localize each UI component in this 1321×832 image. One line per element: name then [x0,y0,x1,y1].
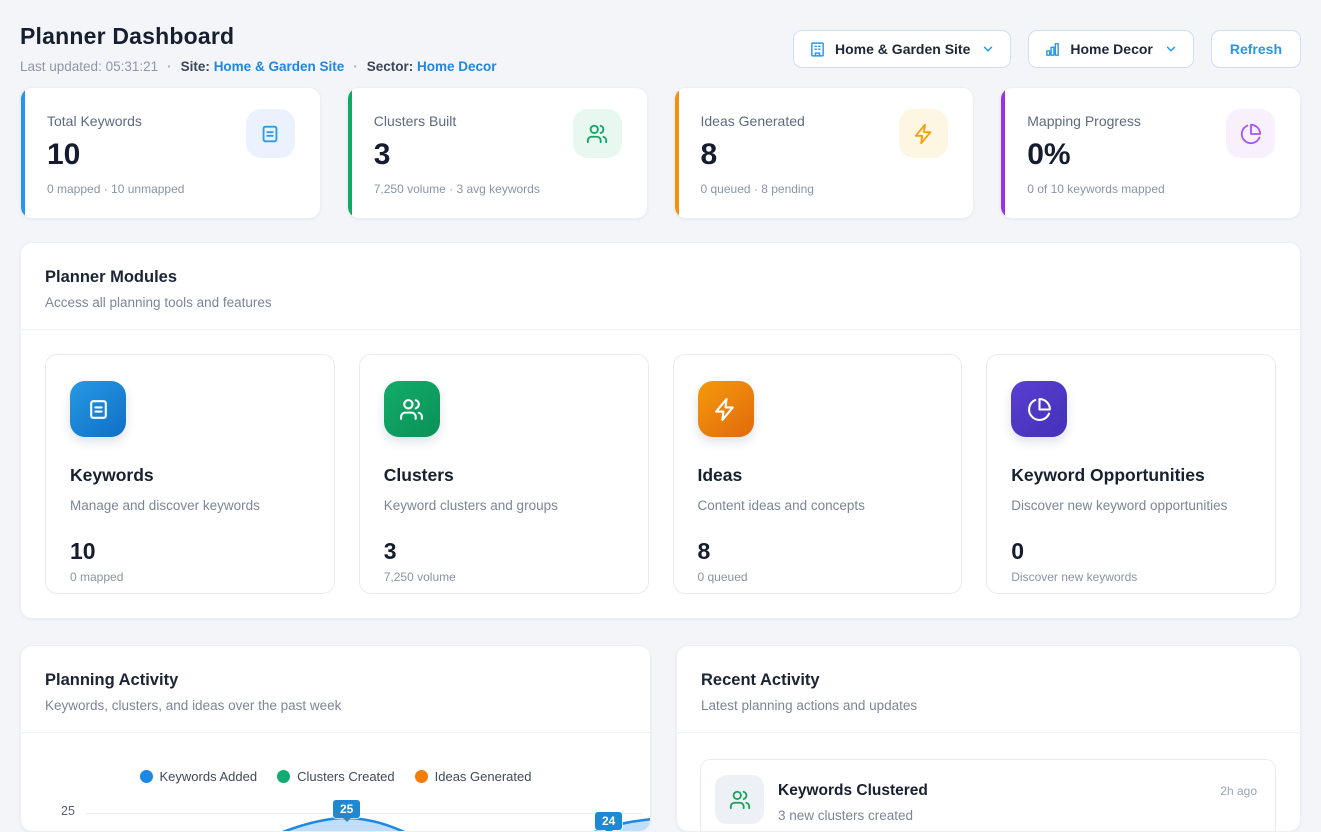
legend-item-clusters-created[interactable]: Clusters Created [277,769,395,784]
module-detail: 0 queued [698,570,938,584]
legend-item-ideas-generated[interactable]: Ideas Generated [415,769,532,784]
bottom-row: Planning Activity Keywords, clusters, an… [20,645,1301,832]
last-updated-text: Last updated: 05:31:21 [20,59,158,74]
recent-activity-header: Recent Activity Latest planning actions … [677,646,1300,732]
module-card-keyword-opportunities[interactable]: Keyword Opportunities Discover new keywo… [986,354,1276,594]
document-icon [246,109,295,158]
building-icon [809,41,826,58]
legend-label: Ideas Generated [435,769,532,784]
sector-link[interactable]: Home Decor [417,59,497,74]
legend-dot [140,770,153,783]
activity-timestamp: 2h ago [1220,784,1257,798]
planning-activity-subtitle: Keywords, clusters, and ideas over the p… [45,698,626,713]
module-title: Keyword Opportunities [1011,465,1251,486]
document-icon [70,381,126,437]
chart-legend: Keywords Added Clusters Created Ideas Ge… [21,769,650,784]
modules-grid: Keywords Manage and discover keywords 10… [21,330,1300,618]
refresh-button[interactable]: Refresh [1211,30,1301,68]
activity-area-chart: 25 25 24 [21,786,650,831]
stat-detail: 0 queued · 8 pending [701,182,950,196]
legend-label: Keywords Added [160,769,258,784]
module-description: Manage and discover keywords [70,498,310,513]
planner-modules-subtitle: Access all planning tools and features [45,295,1276,310]
page-header: Planner Dashboard Last updated: 05:31:21… [20,14,1301,74]
stat-cards-row: Total Keywords 10 0 mapped · 10 unmapped… [20,87,1301,219]
module-title: Clusters [384,465,624,486]
planning-activity-title: Planning Activity [45,671,626,690]
divider [677,732,1300,733]
pie-chart-icon [1011,381,1067,437]
header-left: Planner Dashboard Last updated: 05:31:21… [20,14,497,74]
header-meta-row: Last updated: 05:31:21 · Site: Home & Ga… [20,59,497,74]
bar-chart-icon [1044,41,1061,58]
activity-item-keywords-clustered: Keywords Clustered 3 new clusters create… [700,759,1276,832]
planning-activity-panel: Planning Activity Keywords, clusters, an… [20,645,651,832]
module-value: 8 [698,538,938,565]
module-card-keywords[interactable]: Keywords Manage and discover keywords 10… [45,354,335,594]
header-controls: Home & Garden Site Home Decor Refresh [793,30,1301,68]
data-label-25: 25 [333,800,360,818]
lightning-icon [899,109,948,158]
legend-item-keywords-added[interactable]: Keywords Added [140,769,258,784]
module-description: Content ideas and concepts [698,498,938,513]
stat-card-total-keywords: Total Keywords 10 0 mapped · 10 unmapped [20,87,321,219]
activity-title: Keywords Clustered [778,782,928,800]
module-description: Keyword clusters and groups [384,498,624,513]
users-icon [384,381,440,437]
meta-separator: · [167,59,172,74]
sector-meta: Sector: Home Decor [367,59,497,74]
divider [21,732,650,733]
planner-dashboard-page: Planner Dashboard Last updated: 05:31:21… [0,0,1321,832]
module-title: Ideas [698,465,938,486]
recent-activity-panel: Recent Activity Latest planning actions … [676,645,1301,832]
legend-dot [277,770,290,783]
site-selector-dropdown[interactable]: Home & Garden Site [793,30,1011,68]
module-value: 3 [384,538,624,565]
legend-label: Clusters Created [297,769,395,784]
activity-description: 3 new clusters created [778,808,913,823]
stat-detail: 7,250 volume · 3 avg keywords [374,182,623,196]
legend-dot [415,770,428,783]
stat-card-ideas-generated: Ideas Generated 8 0 queued · 8 pending [674,87,975,219]
module-value: 10 [70,538,310,565]
module-description: Discover new keyword opportunities [1011,498,1251,513]
users-icon [715,775,764,824]
planner-modules-panel: Planner Modules Access all planning tool… [20,242,1301,619]
chevron-down-icon [1164,42,1178,56]
module-detail: Discover new keywords [1011,570,1251,584]
users-icon [573,109,622,158]
planning-activity-header: Planning Activity Keywords, clusters, an… [21,646,650,732]
site-link[interactable]: Home & Garden Site [214,59,345,74]
planner-modules-title: Planner Modules [45,268,1276,287]
lightning-icon [698,381,754,437]
stat-card-mapping-progress: Mapping Progress 0% 0 of 10 keywords map… [1000,87,1301,219]
recent-activity-title: Recent Activity [701,671,1276,690]
stat-detail: 0 of 10 keywords mapped [1027,182,1276,196]
stat-card-clusters-built: Clusters Built 3 7,250 volume · 3 avg ke… [347,87,648,219]
module-detail: 7,250 volume [384,570,624,584]
module-title: Keywords [70,465,310,486]
module-value: 0 [1011,538,1251,565]
sector-selector-dropdown[interactable]: Home Decor [1028,30,1193,68]
site-selector-label: Home & Garden Site [835,41,970,57]
module-card-ideas[interactable]: Ideas Content ideas and concepts 8 0 que… [673,354,963,594]
page-title: Planner Dashboard [20,23,497,50]
pie-chart-icon [1226,109,1275,158]
meta-separator: · [353,59,358,74]
module-detail: 0 mapped [70,570,310,584]
recent-activity-subtitle: Latest planning actions and updates [701,698,1276,713]
site-meta: Site: Home & Garden Site [181,59,345,74]
data-label-24: 24 [595,812,622,830]
sector-selector-label: Home Decor [1070,41,1152,57]
planner-modules-header: Planner Modules Access all planning tool… [21,243,1300,329]
stat-detail: 0 mapped · 10 unmapped [47,182,296,196]
chevron-down-icon [981,42,995,56]
module-card-clusters[interactable]: Clusters Keyword clusters and groups 3 7… [359,354,649,594]
